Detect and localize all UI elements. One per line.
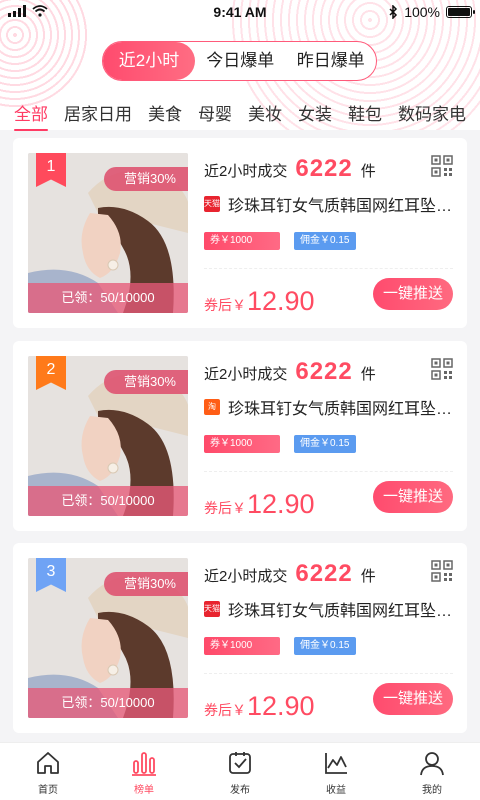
home-icon [37, 752, 59, 774]
tmall-icon: 天猫 [204, 601, 220, 617]
category-shoes-bags[interactable]: 鞋包 [348, 100, 382, 125]
nav-home[interactable]: 首页 [0, 743, 96, 800]
taobao-icon: 淘 [204, 399, 220, 415]
sales-unit: 件 [360, 163, 376, 180]
category-bar: 全部 居家日用 美食 母婴 美妆 女装 鞋包 数码家电 [0, 96, 480, 131]
sales-prefix: 近2小时成交 [204, 568, 288, 585]
sales-info: 近2小时成交 6222 件 [204, 155, 376, 183]
tab-today[interactable]: 今日爆单 [195, 42, 286, 80]
price-label: 券后￥ [204, 297, 246, 313]
tag-row: 券￥1000 佣金￥0.15 [204, 232, 356, 250]
sales-prefix: 近2小时成交 [204, 163, 288, 180]
battery-icon [446, 6, 475, 18]
tmall-icon: 天猫 [204, 196, 220, 212]
battery-percent: 100% [404, 4, 440, 20]
price: 券后￥ 12.90 [204, 691, 315, 722]
bluetooth-icon [389, 5, 398, 19]
product-title-row[interactable]: 淘 珍珠耳钉女气质韩国网红耳坠… [204, 395, 454, 419]
tag-row: 券￥1000 佣金￥0.15 [204, 435, 356, 453]
promo-badge: 营销30% [103, 572, 188, 596]
claimed-count: 已领：50/10000 [28, 283, 188, 313]
ranking-icon [132, 752, 156, 776]
card-divider [204, 471, 453, 472]
sales-unit: 件 [360, 366, 376, 383]
price-value: 12.90 [247, 286, 315, 316]
profile-icon [420, 752, 444, 776]
nav-publish[interactable]: 发布 [192, 743, 288, 800]
push-button[interactable]: 一键推送 [373, 481, 453, 513]
coupon-tag: 券￥1000 [204, 637, 280, 655]
product-image[interactable]: 2 营销30% 已领：50/10000 [28, 356, 188, 516]
price-value: 12.90 [247, 691, 315, 721]
qr-code-icon[interactable] [431, 358, 453, 380]
category-food[interactable]: 美食 [148, 100, 182, 125]
claimed-count: 已领：50/10000 [28, 486, 188, 516]
card-divider [204, 268, 453, 269]
qr-code-icon[interactable] [431, 560, 453, 582]
category-electronics[interactable]: 数码家电 [398, 100, 466, 125]
price: 券后￥ 12.90 [204, 489, 315, 520]
product-title: 珍珠耳钉女气质韩国网红耳坠… [228, 603, 453, 620]
status-bar: 9:41 AM 100% [0, 0, 480, 26]
earnings-icon [325, 753, 347, 774]
publish-icon [229, 752, 251, 774]
card-divider [204, 673, 453, 674]
nav-ranking-label: 榜单 [134, 785, 154, 796]
promo-badge: 营销30% [103, 370, 188, 394]
product-image[interactable]: 3 营销30% 已领：50/10000 [28, 558, 188, 718]
product-title: 珍珠耳钉女气质韩国网红耳坠… [228, 198, 453, 215]
product-card[interactable]: 3 营销30% 已领：50/10000 近2小时成交 6222 件 天猫 珍珠耳… [13, 543, 467, 733]
product-card[interactable]: 2 营销30% 已领：50/10000 近2小时成交 6222 件 淘 珍珠耳钉… [13, 341, 467, 531]
tab-last-2-hours[interactable]: 近2小时 [103, 42, 195, 80]
product-title-row[interactable]: 天猫 珍珠耳钉女气质韩国网红耳坠… [204, 192, 454, 216]
commission-tag: 佣金￥0.15 [294, 637, 356, 655]
coupon-tag: 券￥1000 [204, 435, 280, 453]
time-range-tabs: 近2小时 今日爆单 昨日爆单 [102, 41, 377, 81]
category-womens-clothing[interactable]: 女装 [298, 100, 332, 125]
claimed-count: 已领：50/10000 [28, 688, 188, 718]
tag-row: 券￥1000 佣金￥0.15 [204, 637, 356, 655]
category-home[interactable]: 居家日用 [64, 100, 132, 125]
category-beauty[interactable]: 美妆 [248, 100, 282, 125]
qr-code-icon[interactable] [431, 155, 453, 177]
sales-count: 6222 [295, 155, 353, 182]
sales-prefix: 近2小时成交 [204, 366, 288, 383]
sales-info: 近2小时成交 6222 件 [204, 560, 376, 588]
nav-publish-label: 发布 [230, 785, 250, 796]
category-all[interactable]: 全部 [14, 100, 48, 131]
nav-home-label: 首页 [38, 785, 58, 796]
nav-profile[interactable]: 我的 [384, 743, 480, 800]
product-title-row[interactable]: 天猫 珍珠耳钉女气质韩国网红耳坠… [204, 597, 454, 621]
bottom-nav: 首页 榜单 发布 收益 我的 [0, 742, 480, 800]
sales-count: 6222 [295, 358, 353, 385]
push-button[interactable]: 一键推送 [373, 278, 453, 310]
price-label: 券后￥ [204, 500, 246, 516]
nav-ranking[interactable]: 榜单 [96, 743, 192, 800]
product-title: 珍珠耳钉女气质韩国网红耳坠… [228, 401, 453, 418]
price-value: 12.90 [247, 489, 315, 519]
status-right: 100% [388, 4, 475, 20]
price-label: 券后￥ [204, 702, 246, 718]
push-button[interactable]: 一键推送 [373, 683, 453, 715]
price: 券后￥ 12.90 [204, 286, 315, 317]
nav-earnings-label: 收益 [326, 785, 346, 796]
commission-tag: 佣金￥0.15 [294, 435, 356, 453]
coupon-tag: 券￥1000 [204, 232, 280, 250]
sales-unit: 件 [360, 568, 376, 585]
tab-yesterday[interactable]: 昨日爆单 [286, 42, 377, 80]
sales-info: 近2小时成交 6222 件 [204, 358, 376, 386]
category-baby[interactable]: 母婴 [198, 100, 232, 125]
nav-earnings[interactable]: 收益 [288, 743, 384, 800]
product-card[interactable]: 1 营销30% 已领：50/10000 近2小时成交 6222 件 天猫 珍珠耳… [13, 138, 467, 328]
nav-profile-label: 我的 [422, 785, 442, 796]
promo-badge: 营销30% [103, 167, 188, 191]
sales-count: 6222 [295, 560, 353, 587]
product-image[interactable]: 1 营销30% 已领：50/10000 [28, 153, 188, 313]
commission-tag: 佣金￥0.15 [294, 232, 356, 250]
